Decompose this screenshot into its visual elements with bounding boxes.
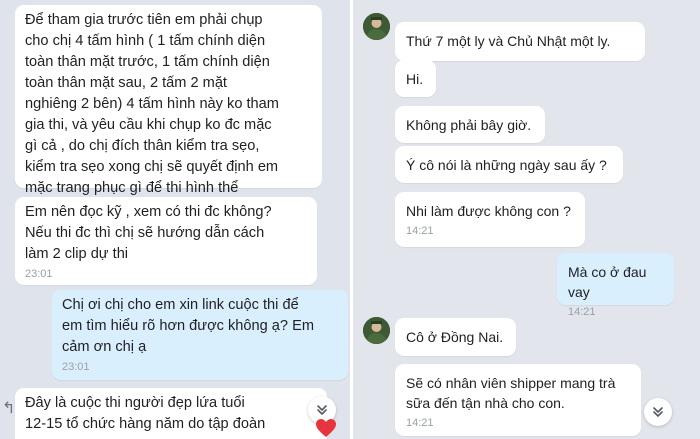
user-avatar-icon	[363, 13, 390, 40]
message-bubble-incoming[interactable]: Sẽ có nhân viên shipper mang trà sữa đến…	[395, 364, 641, 436]
message-bubble-outgoing[interactable]: Chị ơi chị cho em xin link cuộc thi để e…	[52, 290, 348, 380]
user-avatar-icon	[363, 317, 390, 344]
message-text: Thứ 7 một ly và Chủ Nhật một ly.	[406, 33, 611, 49]
message-text: Để tham gia trước tiên em phải chụp cho …	[25, 12, 279, 196]
message-bubble-incoming[interactable]: Thứ 7 một ly và Chủ Nhật một ly.	[395, 22, 645, 61]
message-time: 23:01	[25, 268, 53, 280]
right-chat-panel: Thứ 7 một ly và Chủ Nhật một ly. Hi. Khô…	[353, 0, 700, 439]
message-text: Chị ơi chị cho em xin link cuộc thi để e…	[62, 297, 314, 355]
message-text: Mà co ở đau vay	[568, 264, 647, 300]
message-time: 14:21	[406, 225, 434, 237]
reply-icon: ↰	[2, 400, 16, 417]
message-text: Cô ở Đồng Nai.	[406, 329, 504, 345]
message-text: Nhi làm được không con ?	[406, 203, 571, 219]
message-bubble-incoming[interactable]: Nhi làm được không con ? 14:21	[395, 192, 585, 247]
message-text: Em nên đọc kỹ , xem có thi đc không? Nếu…	[25, 204, 272, 262]
avatar[interactable]	[363, 13, 390, 40]
heart-reaction-icon	[316, 419, 336, 437]
avatar[interactable]	[363, 317, 390, 344]
chevron-down-icon	[317, 405, 327, 415]
message-text: Ý cô nói là những ngày sau ấy ?	[406, 157, 607, 173]
message-bubble-incoming[interactable]: Hi.	[395, 60, 436, 97]
message-text: Không phải bây giờ.	[406, 117, 532, 133]
left-chat-panel: Để tham gia trước tiên em phải chụp cho …	[0, 0, 350, 439]
message-text: Hi.	[406, 71, 424, 87]
message-bubble-outgoing[interactable]: Mà co ở đau vay 14:21	[557, 253, 674, 318]
message-bubble-incoming[interactable]: Đây là cuộc thi người đẹp lứa tuổi 12-15…	[15, 388, 327, 439]
message-bubble-incoming[interactable]: Không phải bây giờ.	[395, 106, 545, 143]
message-bubble-incoming[interactable]: Em nên đọc kỹ , xem có thi đc không? Nếu…	[15, 197, 317, 285]
message-time: 23:01	[62, 361, 90, 373]
message-bubble-incoming[interactable]: Cô ở Đồng Nai.	[395, 318, 516, 356]
chevron-down-icon	[653, 407, 663, 417]
message-bubble-incoming[interactable]: Ý cô nói là những ngày sau ấy ?	[395, 146, 623, 183]
message-time: 14:21	[568, 306, 596, 318]
message-text: Đây là cuộc thi người đẹp lứa tuổi 12-15…	[25, 395, 266, 432]
scroll-down-button[interactable]	[644, 398, 672, 426]
message-text: Sẽ có nhân viên shipper mang trà sữa đến…	[406, 375, 616, 411]
message-bubble-incoming[interactable]: Để tham gia trước tiên em phải chụp cho …	[15, 5, 322, 196]
message-time: 14:21	[406, 417, 434, 429]
